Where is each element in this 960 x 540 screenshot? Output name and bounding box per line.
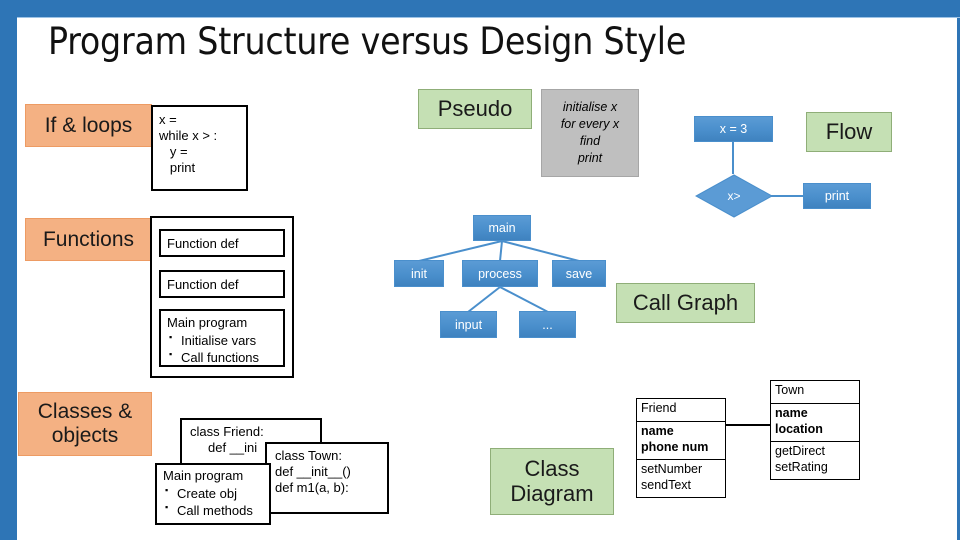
uml-friend-name-section: Friend	[637, 399, 725, 421]
uml-town-attributes: name location	[771, 403, 859, 441]
inner-divider-line	[17, 17, 960, 18]
flow-node-start-label: x = 3	[719, 122, 748, 136]
uml-friend-attributes: name phone num	[637, 421, 725, 459]
top-accent-bar	[0, 0, 960, 17]
style-label-class-diagram: Class Diagram	[490, 448, 614, 515]
uml-attribute: name	[641, 424, 674, 438]
flow-node-decision: x>	[695, 174, 773, 218]
code-line: while x > :	[159, 127, 218, 143]
call-graph-node-label: input	[454, 317, 483, 332]
uml-class-name: Friend	[641, 401, 677, 415]
code-line: print	[159, 159, 196, 175]
classes-main-bullets: Create obj Call methods	[163, 485, 269, 520]
uml-town-name-section: Town	[771, 381, 859, 403]
flow-node-start: x = 3	[694, 116, 773, 142]
style-label-pseudo: Pseudo	[418, 89, 532, 129]
uml-attribute: location	[775, 422, 823, 436]
style-label-class-line1: Class	[524, 456, 580, 482]
category-functions: Functions	[25, 218, 152, 261]
style-label-pseudo-text: Pseudo	[437, 95, 513, 121]
main-program-bullets: Initialise vars Call functions	[167, 332, 283, 367]
code-box-loops: x = while x > : y = print	[151, 105, 248, 191]
pseudo-line: find	[579, 134, 601, 148]
left-accent-bar	[0, 0, 17, 540]
class-town-line1: class Town:	[275, 448, 342, 463]
pseudo-code-box: initialise x for every x find print	[541, 89, 639, 177]
code-line: x =	[159, 112, 177, 127]
uml-attribute: name	[775, 406, 808, 420]
slide-canvas: Program Structure versus Design Style If…	[0, 0, 960, 540]
call-graph-node-etc: ...	[519, 311, 576, 338]
call-graph-node-input: input	[440, 311, 497, 338]
call-graph-node-init: init	[394, 260, 444, 287]
function-def-box: Function def	[159, 270, 285, 298]
function-def-label: Function def	[167, 236, 239, 251]
call-graph-node-process: process	[462, 260, 538, 287]
uml-friend-methods: setNumber sendText	[637, 459, 725, 498]
call-graph-node-label: main	[488, 221, 516, 235]
uml-method: getDirect	[775, 444, 826, 458]
classes-main-program-title: Main program	[163, 468, 244, 483]
uml-attribute: phone num	[641, 440, 709, 454]
call-graph-node-label: init	[411, 266, 427, 281]
flow-node-print-label: print	[824, 189, 850, 203]
flow-node-decision-label: x>	[727, 189, 741, 203]
style-label-class-line2: Diagram	[510, 480, 594, 506]
class-town-code-box: class Town: def __init__() def m1(a, b):	[265, 442, 389, 514]
call-graph-node-main: main	[473, 215, 531, 241]
category-classes-line2: objects	[51, 424, 119, 447]
uml-method: setRating	[775, 460, 828, 474]
flow-node-print: print	[803, 183, 871, 209]
category-if-loops-label: If & loops	[44, 113, 133, 137]
pseudo-line: for every x	[560, 117, 620, 132]
page-title: Program Structure versus Design Style	[48, 20, 687, 63]
uml-method: setNumber	[641, 462, 703, 476]
uml-class-name: Town	[775, 383, 805, 397]
class-town-line2: def __init__()	[275, 463, 351, 479]
uml-association-line	[724, 424, 771, 426]
code-line: y =	[159, 143, 188, 159]
style-label-call-graph: Call Graph	[616, 283, 755, 323]
uml-class-friend: Friend name phone num setNumber sendText	[636, 398, 726, 498]
uml-class-town: Town name location getDirect setRating	[770, 380, 860, 480]
call-graph-node-label: process	[478, 266, 522, 281]
category-classes-line1: Classes &	[37, 400, 133, 424]
class-friend-line1: class Friend:	[190, 424, 264, 439]
call-graph-node-save: save	[552, 260, 606, 287]
category-classes-objects: Classes & objects	[18, 392, 152, 456]
functions-panel: Function def Function def Main program I…	[150, 216, 294, 378]
uml-method: sendText	[641, 478, 692, 492]
function-def-label: Function def	[167, 277, 239, 292]
classes-main-program-box: Main program Create obj Call methods	[155, 463, 271, 525]
call-graph-node-label: ...	[542, 317, 553, 332]
pseudo-line: print	[577, 150, 603, 165]
style-label-flow: Flow	[806, 112, 892, 152]
bullet-item: Create obj	[163, 485, 269, 503]
uml-town-methods: getDirect setRating	[771, 441, 859, 480]
category-if-loops: If & loops	[25, 104, 152, 147]
call-graph-node-label: save	[565, 266, 593, 281]
function-def-box: Function def	[159, 229, 285, 257]
main-program-box: Main program Initialise vars Call functi…	[159, 309, 285, 367]
class-town-line3: def m1(a, b):	[275, 479, 349, 495]
main-program-title: Main program	[167, 315, 248, 330]
bullet-item: Initialise vars	[167, 332, 283, 350]
style-label-flow-text: Flow	[825, 118, 873, 144]
bullet-item: Call functions	[167, 349, 283, 367]
style-label-call-graph-text: Call Graph	[632, 289, 739, 315]
category-functions-label: Functions	[42, 227, 135, 251]
bullet-item: Call methods	[163, 502, 269, 520]
pseudo-line: initialise x	[562, 100, 618, 115]
